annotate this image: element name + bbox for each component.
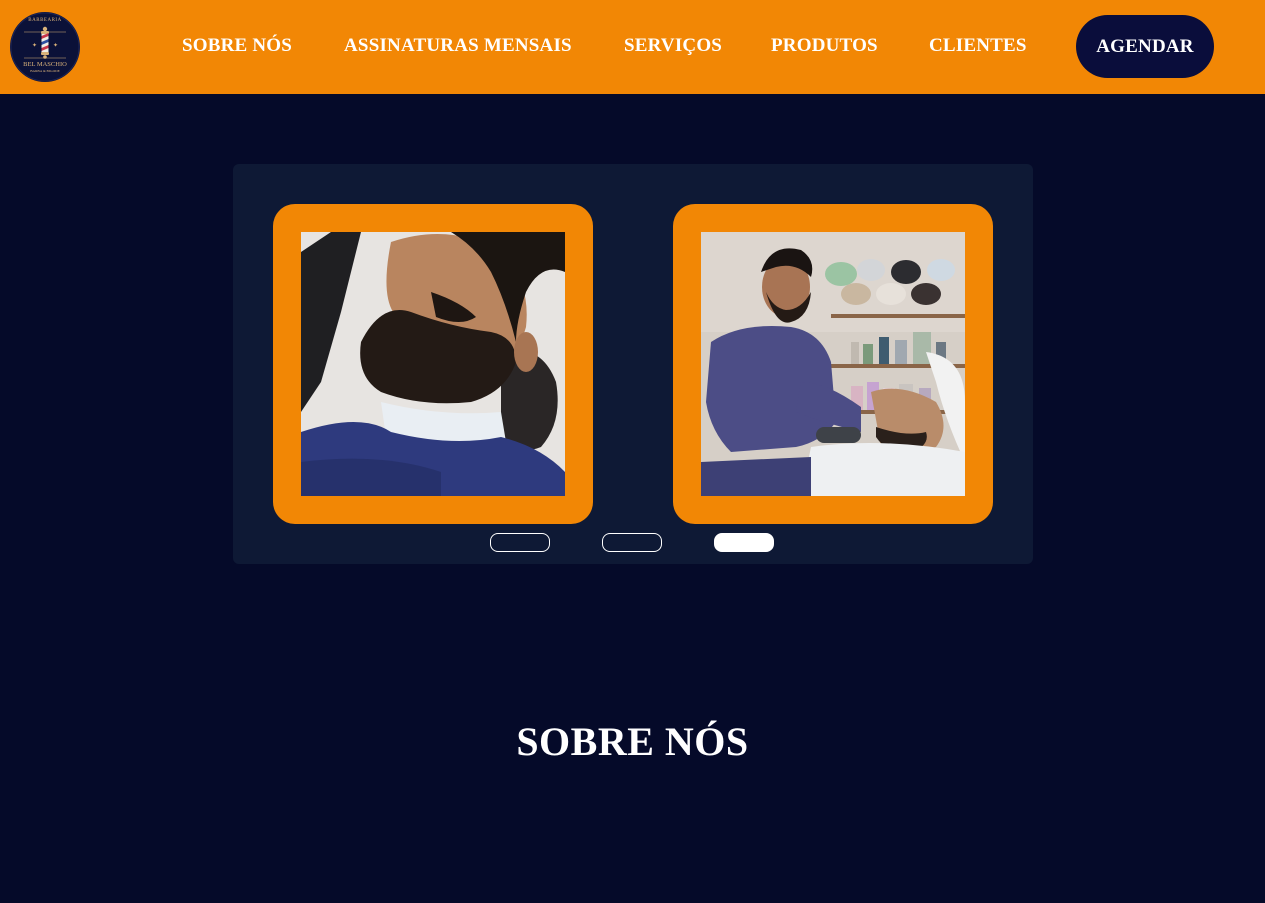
carousel-slide[interactable] (673, 204, 993, 524)
nav-clientes[interactable]: CLIENTES (929, 35, 1027, 57)
page: ✦ ✦ BARBEARIA BEL MASCHIO BARBA & BIGODE… (0, 0, 1265, 903)
carousel-slide[interactable] (273, 204, 593, 524)
carousel-dot-1[interactable] (490, 533, 550, 552)
nav-produtos[interactable]: PRODUTOS (771, 35, 878, 57)
nav-sobre-nos[interactable]: SOBRE NÓS (182, 35, 292, 57)
section-title-sobre-nos: SOBRE NÓS (516, 719, 749, 764)
carousel-dot-2[interactable] (602, 533, 662, 552)
barber-shaving-client-photo (701, 232, 965, 496)
bearded-client-reclined-photo (301, 232, 565, 496)
agendar-button[interactable]: AGENDAR (1076, 15, 1214, 78)
image-carousel (233, 164, 1033, 564)
header: ✦ ✦ BARBEARIA BEL MASCHIO BARBA & BIGODE… (0, 0, 1265, 94)
carousel-dots (233, 533, 1033, 555)
carousel-dot-3-active[interactable] (714, 533, 774, 552)
nav-assinaturas-mensais[interactable]: ASSINATURAS MENSAIS (344, 35, 572, 57)
nav-servicos[interactable]: SERVIÇOS (624, 35, 722, 57)
